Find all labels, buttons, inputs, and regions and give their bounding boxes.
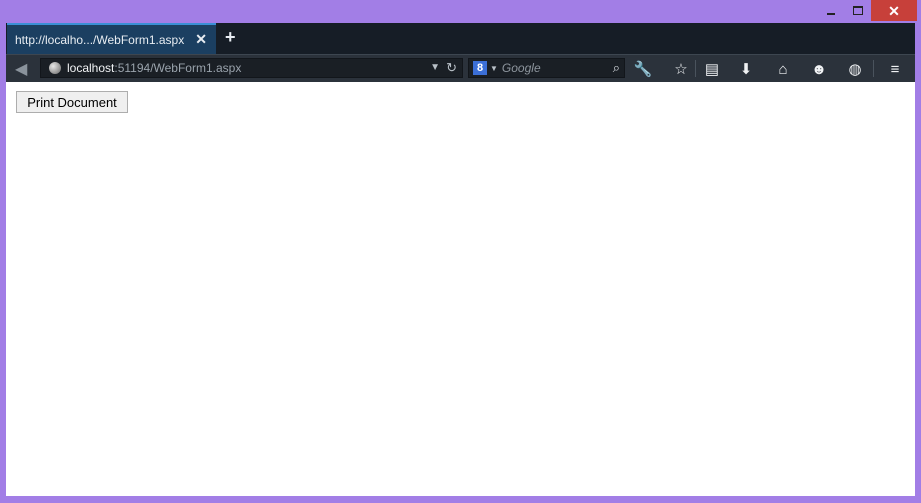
download-icon[interactable]: ⬇ — [736, 59, 756, 79]
url-path: :51194/WebForm1.aspx — [114, 61, 242, 75]
browser-window: ✕ http://localho.../WebForm1.aspx ✕ + ◀ … — [0, 0, 921, 503]
site-identity-globe-icon[interactable] — [49, 62, 61, 74]
back-arrow-icon[interactable]: ◀ — [15, 59, 35, 78]
search-engine-google-icon[interactable]: 8 — [473, 61, 487, 75]
bookmark-star-icon[interactable]: ☆ — [671, 59, 691, 79]
addon-globe-icon[interactable]: ◍ — [845, 59, 865, 79]
navigation-toolbar: ◀ localhost :51194/WebForm1.aspx ▼ ↻ 8 ▼… — [6, 54, 915, 82]
minimize-button[interactable] — [817, 0, 844, 21]
clipboard-icon[interactable]: ▤ — [702, 59, 722, 79]
url-history-dropdown-icon[interactable]: ▼ — [430, 62, 440, 73]
search-input[interactable]: Google — [502, 61, 541, 75]
url-host: localhost — [67, 61, 115, 75]
search-engine-dropdown-icon[interactable]: ▼ — [490, 64, 498, 73]
tab-strip: http://localho.../WebForm1.aspx ✕ + — [6, 23, 915, 54]
close-icon: ✕ — [888, 2, 900, 19]
smiley-icon[interactable]: ☻ — [809, 59, 829, 79]
tab-webform1[interactable]: http://localho.../WebForm1.aspx ✕ — [7, 23, 216, 54]
home-icon[interactable]: ⌂ — [773, 59, 793, 79]
print-document-button[interactable]: Print Document — [16, 91, 128, 113]
minimize-icon — [826, 13, 835, 15]
close-window-button[interactable]: ✕ — [871, 0, 917, 21]
title-bar: ✕ — [0, 0, 921, 23]
wrench-icon[interactable]: 🔧 — [633, 59, 653, 79]
new-tab-button[interactable]: + — [225, 27, 236, 48]
tab-title: http://localho.../WebForm1.aspx — [15, 32, 185, 47]
reload-icon[interactable]: ↻ — [446, 60, 457, 76]
maximize-icon — [852, 6, 863, 15]
toolbar-separator — [695, 60, 696, 77]
tab-close-icon[interactable]: ✕ — [195, 31, 207, 48]
maximize-button[interactable] — [844, 0, 871, 21]
page-content: Print Document — [6, 82, 915, 496]
menu-icon[interactable]: ≡ — [885, 59, 905, 79]
search-go-icon[interactable]: ⌕ — [613, 60, 620, 76]
search-bar[interactable]: 8 ▼ Google ⌕ — [468, 58, 625, 78]
toolbar-separator — [873, 60, 874, 77]
address-bar[interactable]: localhost :51194/WebForm1.aspx ▼ ↻ — [40, 58, 463, 78]
